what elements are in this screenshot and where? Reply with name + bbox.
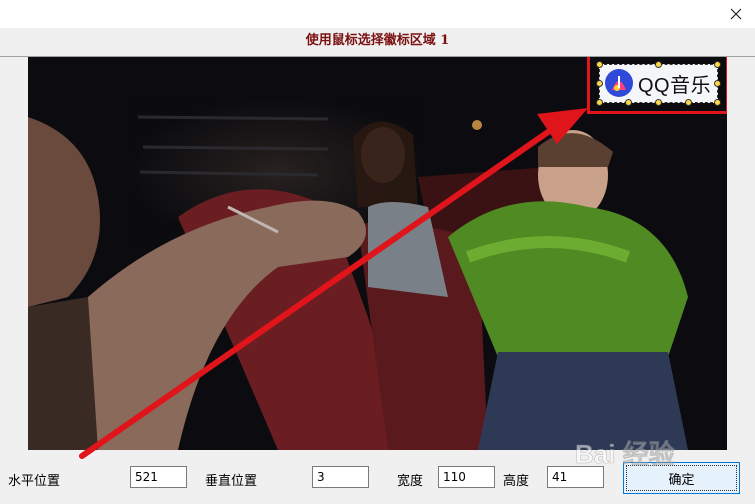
resize-handle-top-left[interactable]: [596, 61, 603, 68]
baidu-watermark: Bai 经验: [575, 439, 675, 470]
qq-music-text: QQ音乐: [638, 74, 712, 97]
height-label: 高度: [503, 474, 530, 489]
resize-handle-top-right[interactable]: [714, 61, 721, 68]
logo-selection-region[interactable]: QQ音乐: [596, 61, 721, 106]
close-icon: [730, 8, 742, 20]
window-titlebar: [0, 0, 755, 28]
resize-handle-bottom-right[interactable]: [714, 99, 721, 106]
resize-handle-top[interactable]: [655, 61, 662, 68]
qq-music-logo: QQ音乐: [604, 68, 711, 98]
width-label: 宽度: [397, 474, 424, 489]
resize-handle-bottom-left-center[interactable]: [625, 99, 632, 106]
resize-handle-bottom-left[interactable]: [596, 99, 603, 106]
close-button[interactable]: [723, 2, 749, 26]
dialog-title: 使用鼠标选择徽标区域 1: [305, 33, 450, 48]
video-preview[interactable]: QQ音乐: [28, 57, 727, 450]
width-input[interactable]: 110: [438, 466, 495, 488]
qq-music-icon: [605, 69, 633, 97]
vertical-position-label: 垂直位置: [205, 474, 258, 489]
vertical-position-input[interactable]: 3: [312, 466, 369, 488]
video-frame: [28, 57, 727, 450]
resize-handle-left[interactable]: [596, 80, 603, 87]
horizontal-position-label: 水平位置: [8, 474, 61, 489]
watermark-text: Bai 经验: [575, 439, 675, 469]
horizontal-position-input[interactable]: 521: [130, 466, 187, 488]
resize-handle-right[interactable]: [714, 80, 721, 87]
resize-handle-bottom-right-center[interactable]: [685, 99, 692, 106]
resize-handle-bottom[interactable]: [655, 99, 662, 106]
